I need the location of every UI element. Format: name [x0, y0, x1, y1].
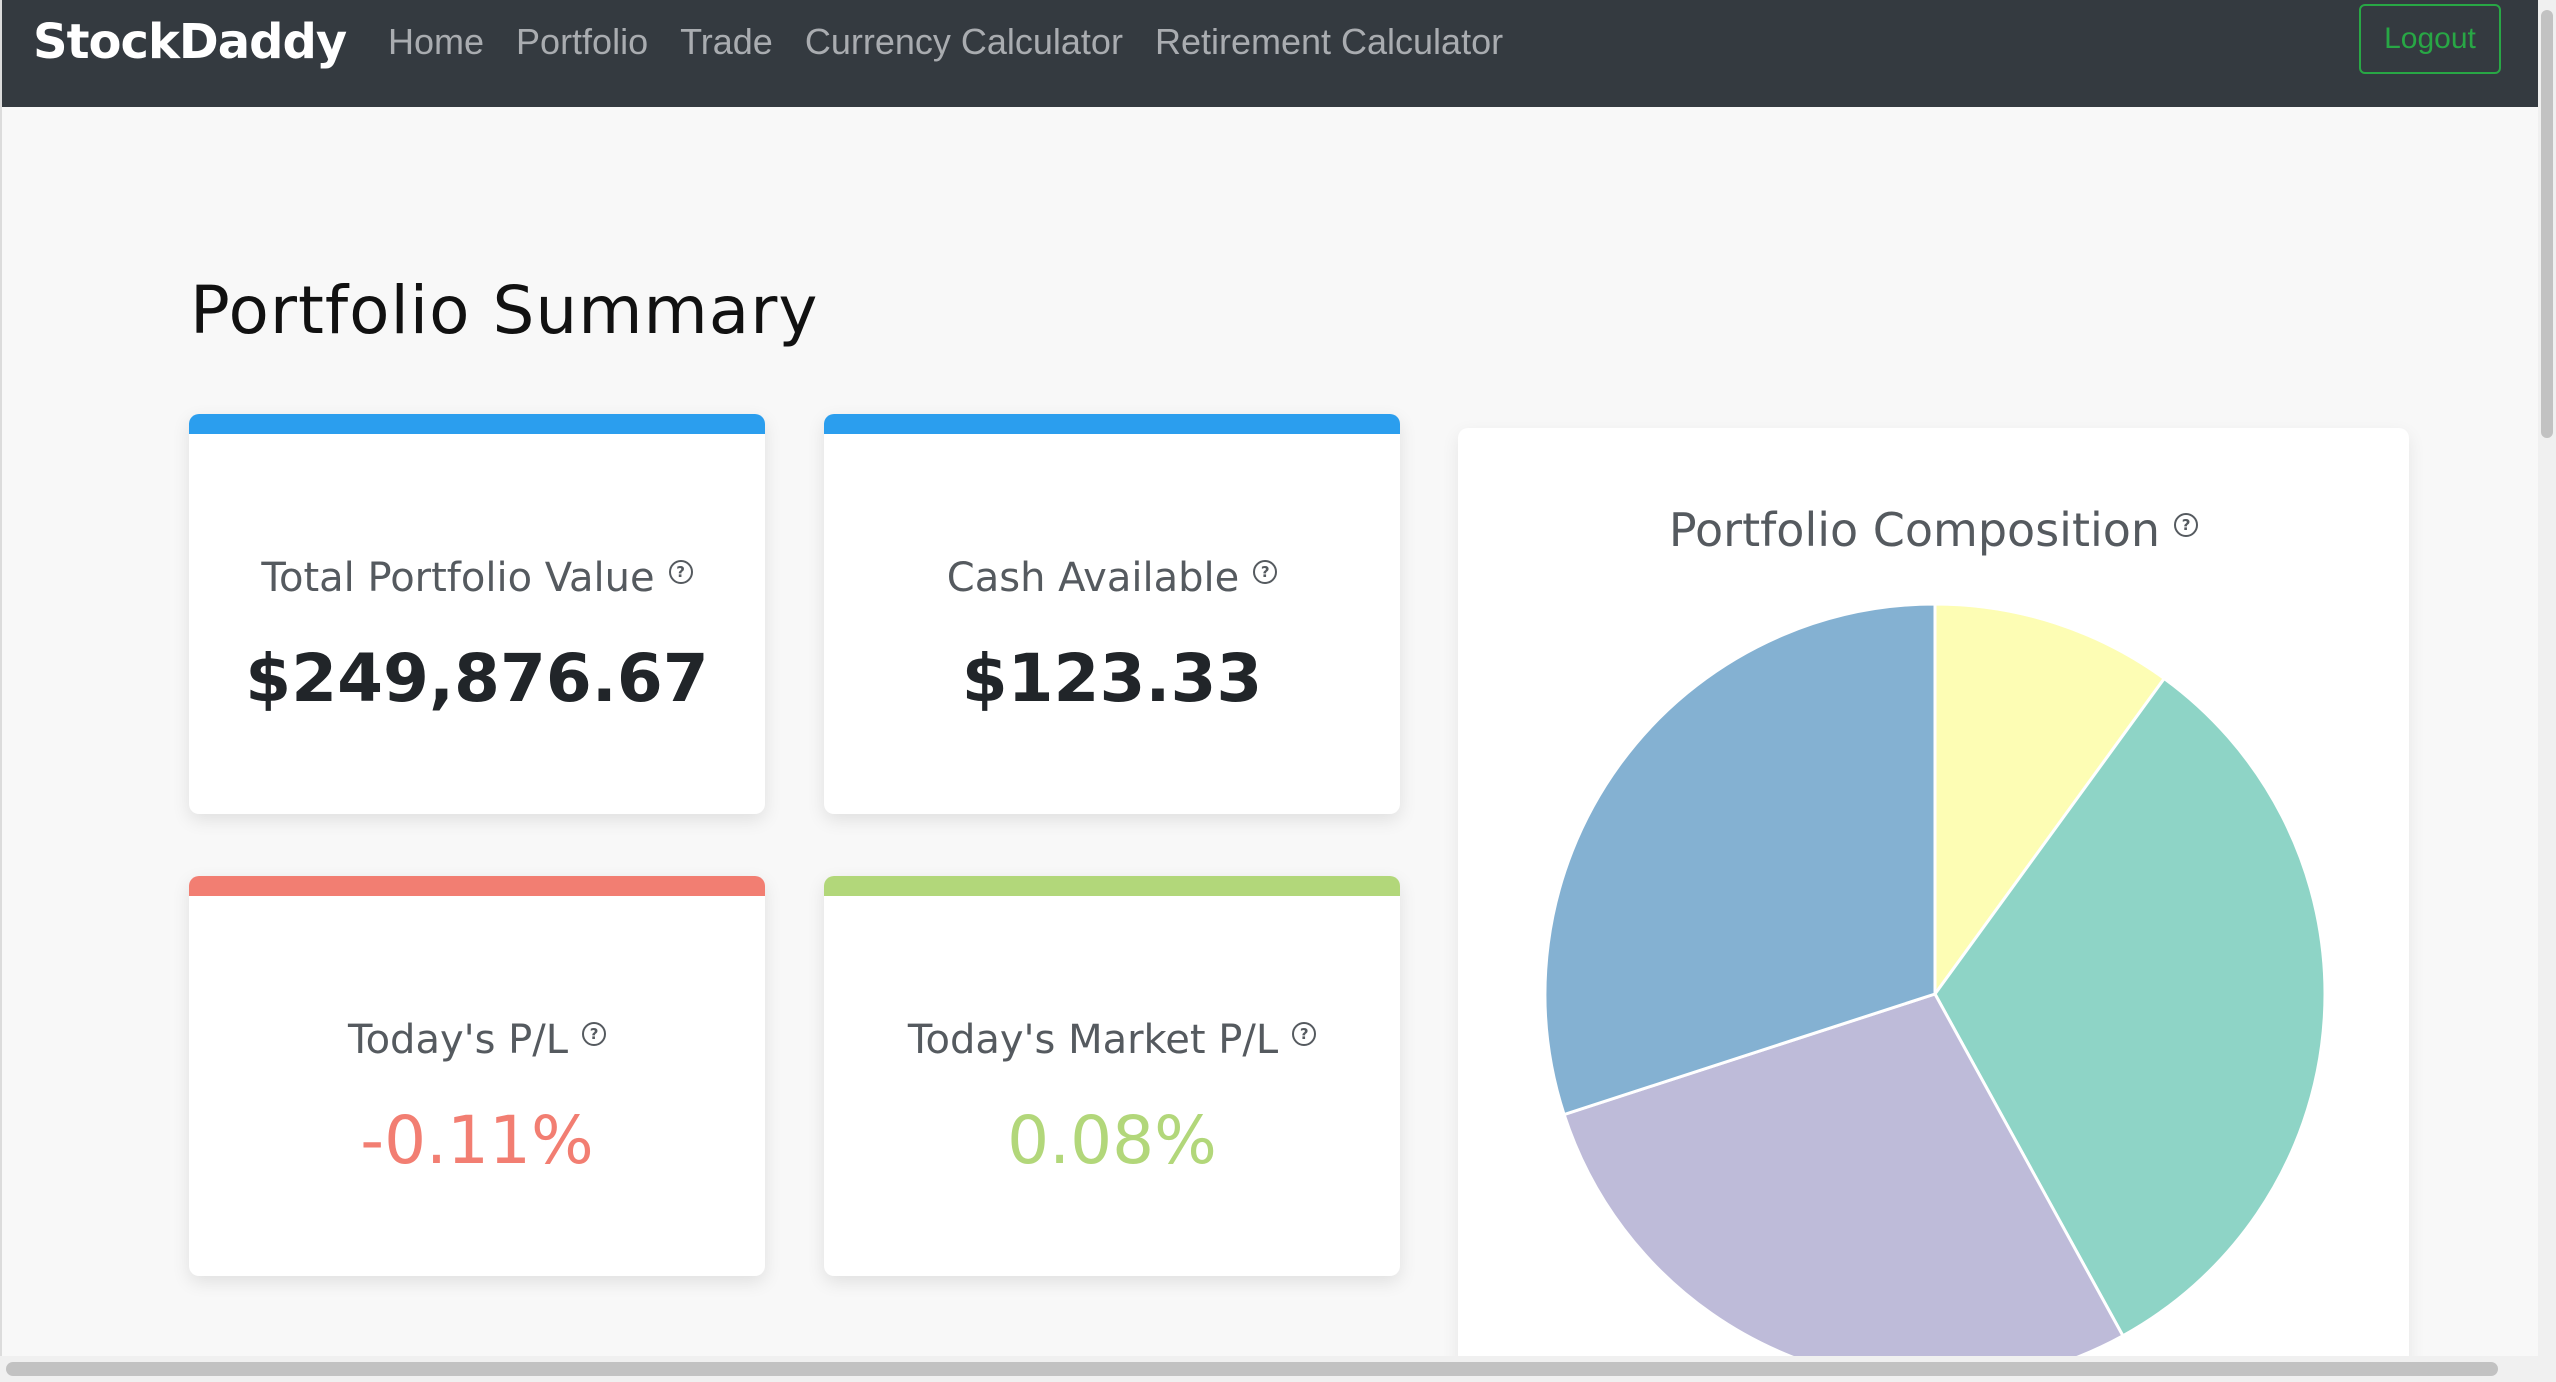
nav-currency-calculator-link[interactable]: Currency Calculator — [805, 18, 1123, 66]
total-portfolio-value: $249,876.67 — [245, 640, 709, 717]
question-circle-icon[interactable]: ? — [668, 559, 693, 584]
todays-pl-value: -0.11% — [360, 1102, 594, 1179]
question-circle-icon[interactable]: ? — [1253, 559, 1278, 584]
card-label: Today's P/L? — [189, 1014, 765, 1066]
navbar: StockDaddy Home Portfolio Trade Currency… — [2, 0, 2540, 107]
total-portfolio-value-card: Total Portfolio Value? $249,876.67 — [189, 414, 765, 814]
cash-available-card: Cash Available? $123.33 — [824, 414, 1400, 814]
card-accent-bar — [189, 414, 765, 434]
todays-market-pl-label: Today's Market P/L — [907, 1017, 1279, 1063]
card-label: Cash Available? — [824, 552, 1400, 604]
nav-home-link[interactable]: Home — [388, 18, 484, 66]
todays-pl-label: Today's P/L — [347, 1017, 569, 1063]
card-label: Total Portfolio Value? — [189, 552, 765, 604]
horizontal-scrollbar-thumb[interactable] — [6, 1362, 2498, 1376]
nav-portfolio-link[interactable]: Portfolio — [516, 18, 648, 66]
card-label: Today's Market P/L? — [824, 1014, 1400, 1066]
question-circle-icon[interactable]: ? — [1292, 1021, 1317, 1046]
portfolio-composition-pie-chart[interactable] — [1458, 428, 2409, 1382]
cash-available-value: $123.33 — [961, 640, 1263, 717]
logout-button[interactable]: Logout — [2359, 4, 2501, 74]
total-portfolio-value-label: Total Portfolio Value — [261, 555, 655, 601]
card-accent-bar — [189, 876, 765, 896]
vertical-scrollbar-thumb[interactable] — [2541, 10, 2553, 438]
todays-pl-card: Today's P/L? -0.11% — [189, 876, 765, 1276]
brand-logo[interactable]: StockDaddy — [33, 12, 347, 72]
todays-market-pl-card: Today's Market P/L? 0.08% — [824, 876, 1400, 1276]
todays-market-pl-value: 0.08% — [1007, 1102, 1217, 1179]
nav-links: Home Portfolio Trade Currency Calculator… — [388, 18, 1535, 66]
cash-available-label: Cash Available — [946, 555, 1240, 601]
question-circle-icon[interactable]: ? — [582, 1021, 607, 1046]
browser-window: StockDaddy Home Portfolio Trade Currency… — [0, 0, 2540, 1382]
card-accent-bar — [824, 414, 1400, 434]
nav-trade-link[interactable]: Trade — [680, 18, 773, 66]
portfolio-composition-card: Portfolio Composition? — [1458, 428, 2409, 1382]
page-title: Portfolio Summary — [190, 272, 819, 349]
card-accent-bar — [824, 876, 1400, 896]
nav-retirement-calculator-link[interactable]: Retirement Calculator — [1155, 18, 1503, 66]
